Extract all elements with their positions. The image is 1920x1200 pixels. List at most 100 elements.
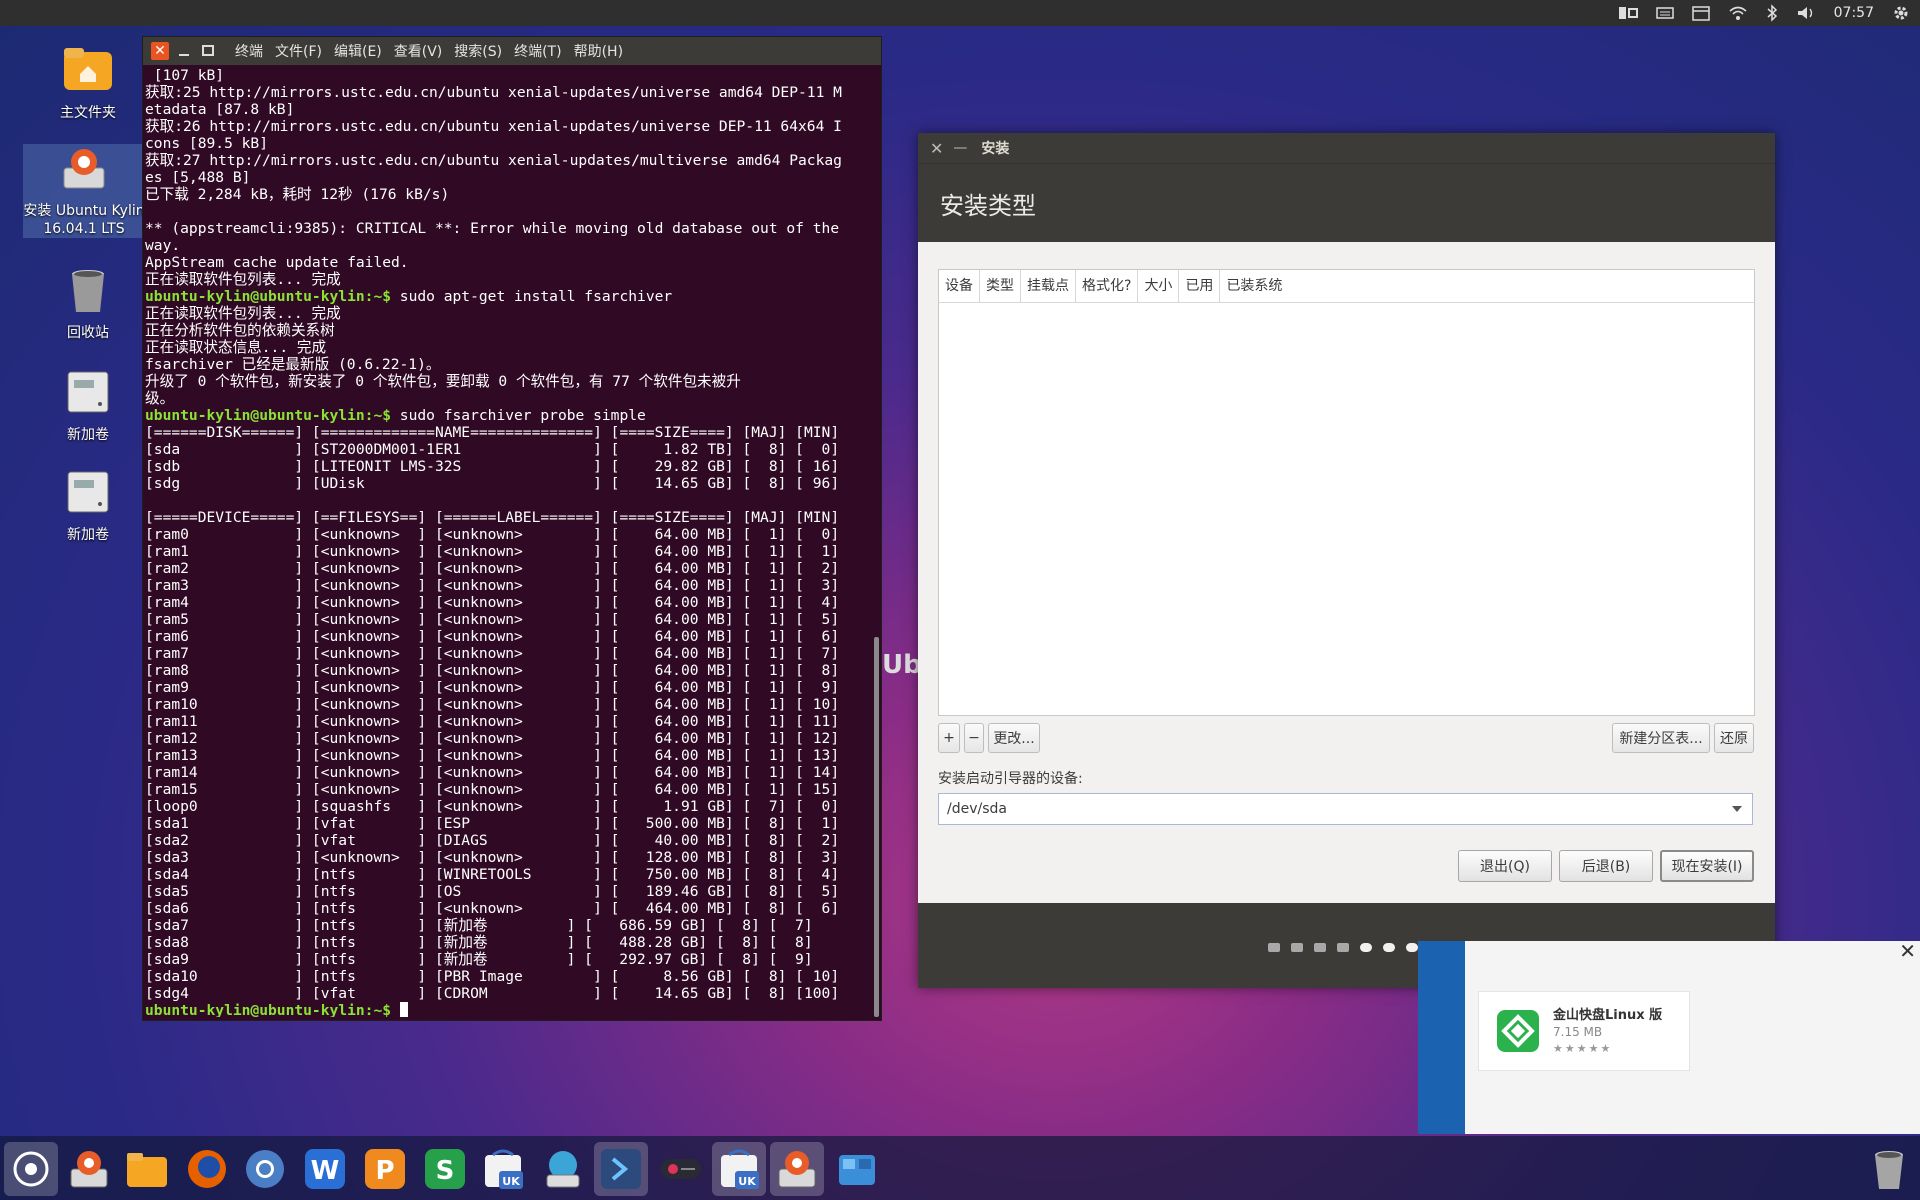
desktop-icon-new-volume-2[interactable]: 新加卷 bbox=[33, 466, 143, 544]
back-button[interactable]: 后退(B) bbox=[1559, 850, 1653, 882]
settings-gear-icon[interactable] bbox=[1892, 4, 1910, 22]
terminal-cursor bbox=[399, 1002, 408, 1017]
wps-presentation-icon[interactable]: P bbox=[358, 1142, 412, 1196]
wps-writer-icon[interactable]: W bbox=[298, 1142, 352, 1196]
panel-strip bbox=[1418, 941, 1465, 1134]
trash-icon[interactable] bbox=[1862, 1142, 1916, 1196]
progress-step-dot bbox=[1314, 943, 1326, 952]
column-installed-os[interactable]: 已装系统 bbox=[1220, 270, 1288, 302]
terminal-line: [sda3 ] [<unknown> ] [<unknown> ] [ 128.… bbox=[145, 849, 875, 866]
menu-terminal-title[interactable]: 终端 bbox=[235, 41, 263, 61]
terminal-line: [=====DEVICE=====] [==FILESYS==] [======… bbox=[145, 509, 875, 526]
bluetooth-icon[interactable] bbox=[1766, 4, 1778, 22]
change-partition-button[interactable]: 更改... bbox=[988, 723, 1040, 753]
close-icon[interactable]: ✕ bbox=[151, 42, 169, 60]
terminal-scrollbar[interactable] bbox=[874, 637, 879, 1017]
terminal-text: [loop0 ] [squashfs ] [<unknown> ] [ 1.91… bbox=[145, 798, 840, 815]
terminal-line: [ram9 ] [<unknown> ] [<unknown> ] [ 64.0… bbox=[145, 679, 875, 696]
column-format[interactable]: 格式化? bbox=[1076, 270, 1139, 302]
minimize-icon[interactable]: — bbox=[953, 140, 967, 156]
terminal-prompt: ubuntu-kylin@ubuntu-kylin:~$ bbox=[145, 1002, 392, 1017]
terminal-text: 正在读取软件包列表... 完成 bbox=[145, 305, 341, 322]
app-card[interactable]: 金山快盘Linux 版 7.15 MB ★★★★★ bbox=[1478, 991, 1690, 1071]
hard-drive-icon bbox=[62, 366, 114, 418]
terminal-line: [sda2 ] [vfat ] [DIAGS ] [ 40.00 MB] [ 8… bbox=[145, 832, 875, 849]
ubuntu-kylin-software-center-2-icon[interactable]: UK bbox=[712, 1142, 766, 1196]
bootloader-device-value: /dev/sda bbox=[947, 801, 1007, 817]
minimize-icon[interactable] bbox=[175, 42, 193, 60]
disk-utility-icon[interactable] bbox=[536, 1142, 590, 1196]
menu-search[interactable]: 搜索(S) bbox=[454, 41, 502, 61]
wps-spreadsheet-icon[interactable]: S bbox=[418, 1142, 472, 1196]
close-icon[interactable]: ✕ bbox=[930, 139, 943, 158]
new-partition-table-button[interactable]: 新建分区表... bbox=[1612, 723, 1710, 753]
files-icon[interactable] bbox=[120, 1142, 174, 1196]
ubuntu-kylin-software-center-icon[interactable]: UK bbox=[476, 1142, 530, 1196]
column-size[interactable]: 大小 bbox=[1138, 270, 1180, 302]
terminal-line: [loop0 ] [squashfs ] [<unknown> ] [ 1.91… bbox=[145, 798, 875, 815]
terminal-text: [sda6 ] [ntfs ] [<unknown> ] [ 464.00 MB… bbox=[145, 900, 840, 917]
menu-edit[interactable]: 编辑(E) bbox=[334, 41, 382, 61]
revert-button[interactable]: 还原 bbox=[1714, 723, 1754, 753]
terminal-icon[interactable] bbox=[594, 1142, 648, 1196]
ubuntu-kylin-indicator-icon[interactable] bbox=[1618, 6, 1638, 20]
terminal-line: [ram2 ] [<unknown> ] [<unknown> ] [ 64.0… bbox=[145, 560, 875, 577]
keyboard-icon[interactable] bbox=[1655, 6, 1674, 20]
remove-partition-button[interactable]: − bbox=[964, 723, 984, 753]
terminal-line: [sda10 ] [ntfs ] [PBR Image ] [ 8.56 GB]… bbox=[145, 968, 875, 985]
desktop-icon-trash[interactable]: 回收站 bbox=[33, 264, 143, 342]
bootloader-device-select[interactable]: /dev/sda bbox=[938, 793, 1753, 825]
ubuntu-kylin-start-icon[interactable] bbox=[4, 1142, 58, 1196]
terminal-line bbox=[145, 203, 875, 220]
desktop-icon-new-volume-1[interactable]: 新加卷 bbox=[33, 366, 143, 444]
terminal-text: 获取:26 http://mirrors.ustc.edu.cn/ubuntu … bbox=[145, 118, 842, 135]
firefox-icon[interactable] bbox=[180, 1142, 234, 1196]
quit-button[interactable]: 退出(Q) bbox=[1458, 850, 1552, 882]
terminal-line: [sda ] [ST2000DM001-1ER1 ] [ 1.82 TB] [ … bbox=[145, 441, 875, 458]
terminal-line: 正在分析软件包的依赖关系树 bbox=[145, 322, 875, 339]
terminal-window[interactable]: ✕ 终端 文件(F) 编辑(E) 查看(V) 搜索(S) 终端(T) 帮助(H)… bbox=[142, 36, 882, 1021]
close-icon[interactable]: ✕ bbox=[1899, 939, 1916, 963]
chromium-icon[interactable] bbox=[238, 1142, 292, 1196]
progress-step-dot bbox=[1337, 943, 1349, 952]
add-partition-button[interactable]: + bbox=[938, 723, 960, 753]
recorder-icon[interactable] bbox=[654, 1142, 708, 1196]
terminal-text: 已下载 2,284 kB，耗时 12秒 (176 kB/s) bbox=[145, 186, 450, 203]
terminal-line: etadata [87.8 kB] bbox=[145, 101, 875, 118]
hard-drive-icon bbox=[62, 466, 114, 518]
workspace-switcher-icon[interactable] bbox=[830, 1142, 884, 1196]
installer-titlebar[interactable]: ✕ — 安装 bbox=[918, 133, 1775, 163]
software-center-panel: ✕ 金山快盘Linux 版 7.15 MB ★★★★★ bbox=[1418, 939, 1920, 1134]
terminal-line: [ram14 ] [<unknown> ] [<unknown> ] [ 64.… bbox=[145, 764, 875, 781]
menu-terminal[interactable]: 终端(T) bbox=[514, 41, 561, 61]
terminal-text: [ram0 ] [<unknown> ] [<unknown> ] [ 64.0… bbox=[145, 526, 840, 543]
column-device[interactable]: 设备 bbox=[939, 270, 980, 302]
terminal-text: [ram8 ] [<unknown> ] [<unknown> ] [ 64.0… bbox=[145, 662, 840, 679]
terminal-line: ** (appstreamcli:9385): CRITICAL **: Err… bbox=[145, 220, 875, 237]
menu-help[interactable]: 帮助(H) bbox=[574, 41, 623, 61]
terminal-text: [sdg ] [UDisk ] [ 14.65 GB] [ 8] [ 96] bbox=[145, 475, 840, 492]
terminal-output[interactable]: [107 kB] 获取:25 http://mirrors.ustc.edu.cn… bbox=[145, 67, 875, 1017]
partition-table[interactable]: 设备 类型 挂载点 格式化? 大小 已用 已装系统 bbox=[938, 269, 1755, 716]
install-now-button[interactable]: 现在安装(I) bbox=[1660, 850, 1754, 882]
wifi-icon[interactable] bbox=[1728, 5, 1748, 21]
terminal-titlebar[interactable]: ✕ 终端 文件(F) 编辑(E) 查看(V) 搜索(S) 终端(T) 帮助(H) bbox=[143, 37, 881, 65]
terminal-line bbox=[145, 492, 875, 509]
installer-window[interactable]: ✕ — 安装 安装类型 设备 类型 挂载点 格式化? 大小 已用 已装系统 + … bbox=[918, 133, 1775, 988]
terminal-line: [sda8 ] [ntfs ] [新加卷 ] [ 488.28 GB] [ 8]… bbox=[145, 934, 875, 951]
installer-2-icon[interactable] bbox=[770, 1142, 824, 1196]
column-type[interactable]: 类型 bbox=[980, 270, 1021, 302]
terminal-text: 升级了 0 个软件包，新安装了 0 个软件包，要卸载 0 个软件包，有 77 个… bbox=[145, 373, 741, 390]
column-mount[interactable]: 挂载点 bbox=[1021, 270, 1076, 302]
menu-view[interactable]: 查看(V) bbox=[394, 41, 443, 61]
progress-steps bbox=[1268, 943, 1418, 952]
desktop-icon-install-ubuntu-kylin[interactable]: 安装 Ubuntu Kylin 16.04.1 LTS bbox=[23, 144, 145, 238]
calendar-icon[interactable] bbox=[1691, 5, 1710, 21]
maximize-icon[interactable] bbox=[199, 42, 217, 60]
installer-icon[interactable] bbox=[62, 1142, 116, 1196]
desktop-icon-home-folder[interactable]: 主文件夹 bbox=[33, 44, 143, 122]
volume-icon[interactable] bbox=[1796, 5, 1816, 21]
clock[interactable]: 07:57 bbox=[1834, 5, 1874, 21]
menu-file[interactable]: 文件(F) bbox=[275, 41, 322, 61]
column-used[interactable]: 已用 bbox=[1179, 270, 1221, 302]
